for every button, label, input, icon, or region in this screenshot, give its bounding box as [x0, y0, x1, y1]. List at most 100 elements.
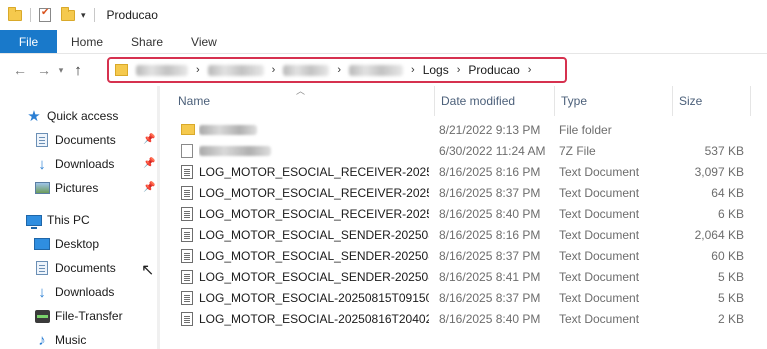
sidebar-item-file-transfer[interactable]: File-Transfer [34, 304, 123, 328]
file-type: Text Document [559, 248, 640, 263]
file-type: Text Document [559, 290, 640, 305]
breadcrumb-separator-icon[interactable]: › [272, 64, 276, 76]
tab-file[interactable]: File [0, 30, 57, 53]
ribbon-tabs: File Home Share View [0, 30, 767, 54]
breadcrumb-producao[interactable]: Producao [468, 63, 519, 77]
text-document-icon [181, 185, 193, 200]
file-name: LOG_MOTOR_ESOCIAL-20250816T204020... [199, 311, 429, 326]
column-header-type[interactable]: Type [555, 86, 673, 116]
file-name [199, 122, 429, 138]
breadcrumb-separator-icon[interactable]: › [337, 64, 341, 76]
recent-locations-chevron-icon[interactable]: ▾ [54, 65, 68, 76]
text-document-icon [181, 269, 193, 284]
tab-home[interactable]: Home [57, 30, 117, 53]
sidebar-item-pc-documents[interactable]: Documents [34, 256, 116, 280]
pin-icon[interactable]: 📌 [143, 158, 155, 169]
sidebar-item-desktop[interactable]: Desktop [34, 232, 99, 256]
file-row[interactable]: LOG_MOTOR_ESOCIAL_SENDER-2025081... 8/16/… [160, 245, 767, 266]
sidebar-item-pictures[interactable]: Pictures [34, 176, 160, 200]
sidebar-item-music[interactable]: ♪ Music [34, 328, 86, 349]
breadcrumb-separator-icon[interactable]: › [528, 64, 532, 76]
file-size: 6 KB [717, 206, 744, 221]
sidebar-item-label: Downloads [55, 157, 115, 171]
sidebar-item-label: File-Transfer [55, 309, 123, 323]
file-name: LOG_MOTOR_ESOCIAL_SENDER-2025081... [199, 248, 429, 263]
file-date-modified: 8/16/2025 8:40 PM [439, 206, 541, 221]
sidebar-item-label: Documents [55, 133, 116, 147]
desktop-icon [34, 236, 50, 252]
text-document-icon [181, 311, 193, 326]
toolbar-divider [30, 8, 31, 22]
breadcrumb-hidden[interactable] [349, 64, 404, 76]
file-size: 5 KB [717, 269, 744, 284]
back-arrow-icon[interactable]: ← [10, 62, 30, 78]
file-type: Text Document [559, 206, 640, 221]
file-name: LOG_MOTOR_ESOCIAL_SENDER-2025081... [199, 269, 429, 284]
file-type: Text Document [559, 311, 640, 326]
file-size: 60 KB [711, 248, 744, 263]
text-document-icon [181, 164, 193, 179]
breadcrumb-hidden[interactable] [283, 64, 330, 76]
breadcrumb-hidden[interactable] [207, 64, 264, 76]
window-title: Producao [106, 8, 158, 22]
column-header-name[interactable]: Name [172, 86, 435, 116]
sidebar-item-downloads[interactable]: ↓ Downloads [34, 152, 160, 176]
file-type: Text Document [559, 185, 640, 200]
text-document-icon [181, 248, 193, 263]
tab-view[interactable]: View [177, 30, 231, 53]
file-row[interactable]: LOG_MOTOR_ESOCIAL_RECEIVER-202508... 8/16… [160, 182, 767, 203]
forward-arrow-icon[interactable]: → [34, 62, 54, 78]
new-folder-icon[interactable] [61, 6, 75, 21]
breadcrumb-separator-icon[interactable]: › [196, 64, 200, 76]
pin-icon[interactable]: 📌 [143, 182, 155, 193]
file-date-modified: 8/21/2022 9:13 PM [439, 122, 541, 137]
breadcrumb-separator-icon[interactable]: › [457, 64, 461, 76]
tab-share[interactable]: Share [117, 30, 177, 53]
pictures-icon [34, 180, 50, 196]
mouse-cursor-icon: ↖ [141, 262, 155, 279]
file-name: LOG_MOTOR_ESOCIAL_SENDER-2025081... [199, 227, 429, 242]
folder-icon[interactable] [8, 6, 22, 21]
text-document-icon [181, 290, 193, 305]
breadcrumb-hidden[interactable] [136, 64, 188, 76]
title-bar: ▾ Producao [0, 0, 767, 30]
file-row[interactable]: LOG_MOTOR_ESOCIAL-20250815T091506... 8/16… [160, 287, 767, 308]
file-date-modified: 8/16/2025 8:37 PM [439, 185, 541, 200]
file-row[interactable]: LOG_MOTOR_ESOCIAL_RECEIVER-202508... 8/16… [160, 161, 767, 182]
file-size: 2 KB [717, 311, 744, 326]
sidebar-item-label: Music [55, 333, 87, 347]
file-name: LOG_MOTOR_ESOCIAL_RECEIVER-202508... [199, 164, 429, 179]
sidebar-item-label: This PC [47, 213, 90, 227]
customize-toolbar-icon[interactable]: ▾ [81, 10, 86, 21]
properties-icon[interactable] [39, 7, 51, 22]
file-row[interactable]: LOG_MOTOR_ESOCIAL_SENDER-2025081... 8/16/… [160, 266, 767, 287]
folder-icon [181, 124, 195, 135]
redacted-file-name [199, 124, 257, 135]
file-row[interactable]: LOG_MOTOR_ESOCIAL_SENDER-2025081... 8/16/… [160, 224, 767, 245]
sidebar-item-this-pc[interactable]: This PC [26, 208, 90, 232]
up-arrow-icon[interactable]: ↑ [68, 62, 88, 79]
column-header-date-modified[interactable]: Date modified [435, 86, 555, 116]
file-row[interactable]: 6/30/2022 11:24 AM 7Z File 537 KB [160, 140, 767, 161]
file-size: 5 KB [717, 290, 744, 305]
documents-icon [34, 132, 50, 148]
address-bar[interactable]: › › › › Logs › Producao › [107, 57, 567, 83]
file-row[interactable]: LOG_MOTOR_ESOCIAL_RECEIVER-202508... 8/16… [160, 203, 767, 224]
sidebar-item-documents[interactable]: Documents [34, 128, 160, 152]
file-date-modified: 6/30/2022 11:24 AM [439, 143, 546, 158]
sidebar-item-label: Desktop [55, 237, 100, 251]
file-name: LOG_MOTOR_ESOCIAL_RECEIVER-202508... [199, 185, 429, 200]
sidebar-item-pc-downloads[interactable]: ↓ Downloads [34, 280, 114, 304]
file-size: 64 KB [711, 185, 744, 200]
column-header-size[interactable]: Size [673, 86, 751, 116]
file-date-modified: 8/16/2025 8:37 PM [439, 290, 541, 305]
file-date-modified: 8/16/2025 8:40 PM [439, 311, 541, 326]
file-row[interactable]: 8/21/2022 9:13 PM File folder [160, 119, 767, 140]
breadcrumb-logs[interactable]: Logs [423, 63, 449, 77]
file-row[interactable]: LOG_MOTOR_ESOCIAL-20250816T204020... 8/16… [160, 308, 767, 329]
pin-icon[interactable]: 📌 [143, 134, 155, 145]
computer-icon [26, 212, 42, 229]
breadcrumb-separator-icon[interactable]: › [411, 64, 415, 76]
sidebar-item-quick-access[interactable]: ★ Quick access [26, 104, 118, 128]
file-type: Text Document [559, 269, 640, 284]
